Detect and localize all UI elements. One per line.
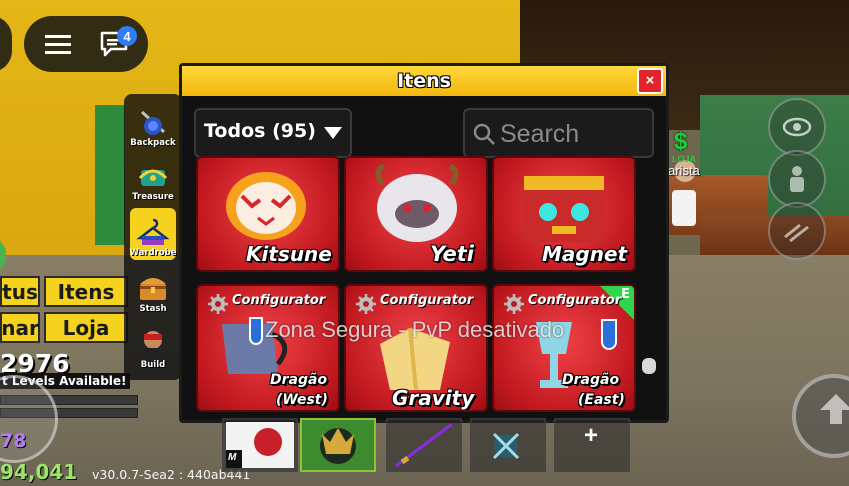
scrollbar-thumb[interactable] [642,358,656,374]
item-name: Kitsune [246,242,332,266]
sidebar-item-wardrobe[interactable]: Wardrobe [130,208,176,260]
window-title: Itens [397,70,451,92]
item-card-dragon-west[interactable]: Configurator Dragão (West) [196,284,340,412]
items-menu-button[interactable]: Itens [44,276,128,307]
dash-icon [784,223,809,243]
character-icon [790,166,804,192]
chat-notification-badge: 4 [117,26,137,46]
sidebar-label-backpack: Backpack [130,138,176,148]
item-name: Gravity [392,386,475,410]
hamburger-menu-icon[interactable] [36,22,80,66]
item-subname: (East) [578,392,625,408]
yeti-fruit-icon [375,164,459,242]
search-icon [473,123,495,145]
close-button[interactable]: × [637,68,663,94]
money-value: 94,041 [0,460,78,484]
build-character-icon [136,328,170,360]
background-green-panel [95,105,125,245]
npc-body [672,190,696,226]
configurator-label: Configurator [528,293,622,308]
dash-button[interactable] [768,202,826,260]
sidebar-item-build[interactable]: Build [130,320,176,372]
hotbar-slot-2[interactable] [300,418,376,472]
dragon-fruit-icon [320,428,356,464]
treasure-icon [136,160,170,192]
chevron-down-icon [324,127,342,139]
item-name: Magnet [542,242,628,266]
configurator-label: Configurator [380,293,474,308]
item-card-gravity[interactable]: Configurator Gravity [344,284,488,412]
hotbar-slot-3[interactable] [386,418,462,472]
shop-menu-button[interactable]: Loja [44,312,128,343]
gear-icon [504,294,524,314]
stash-chest-icon [136,272,170,304]
gear-icon [208,294,228,314]
sidebar-item-stash[interactable]: Stash [130,264,176,316]
item-card-dragon-east[interactable]: E Configurator Dragão (East) [492,284,636,412]
filter-dropdown-label: Todos (95) [204,120,316,142]
sidebar-label-build: Build [140,360,166,370]
eye-icon [782,117,812,137]
configurator-label: Configurator [232,293,326,308]
backpack-icon [136,106,170,138]
hotbar-slot-tag: M [228,452,237,463]
sidebar-label-wardrobe: Wardrobe [129,248,177,258]
team-menu-button[interactable]: nar [0,312,40,343]
item-card-kitsune[interactable]: Kitsune [196,156,340,272]
item-name: Dragão [270,372,328,388]
sword-icon [395,422,453,468]
kitsune-fruit-icon [226,172,306,240]
gear-icon [356,294,376,314]
jump-arrow-icon [820,394,849,424]
status-menu-button[interactable]: tus [0,276,40,307]
search-input[interactable] [500,118,650,150]
equipped-badge-letter: E [621,287,630,302]
sidebar-item-treasure[interactable]: Treasure [130,152,176,204]
item-name: Dragão [562,372,620,388]
npc-dollar-sign: $ [674,128,688,155]
hotbar-slot-1[interactable]: M [222,418,298,472]
npc-name: arista [668,163,700,178]
sidebar-item-backpack[interactable]: Backpack [130,98,176,150]
safe-zone-notice: Zona Segura - PvP desativado [265,317,565,342]
stats-button[interactable] [768,150,826,208]
magnet-fruit-icon [524,176,604,242]
item-name: Yeti [430,242,474,266]
hotbar-slot-4[interactable] [470,418,546,472]
item-card-yeti[interactable]: Yeti [344,156,488,272]
eye-button[interactable] [768,98,826,156]
item-subname: (West) [276,392,328,408]
plus-icon: + [584,422,599,449]
accessory-icon [492,432,520,460]
wardrobe-hanger-icon [136,216,170,248]
item-card-magnet[interactable]: Magnet [492,156,636,272]
sidebar-label-stash: Stash [139,304,167,314]
fragments-value: 78 [0,430,27,452]
sidebar-label-treasure: Treasure [132,192,174,202]
